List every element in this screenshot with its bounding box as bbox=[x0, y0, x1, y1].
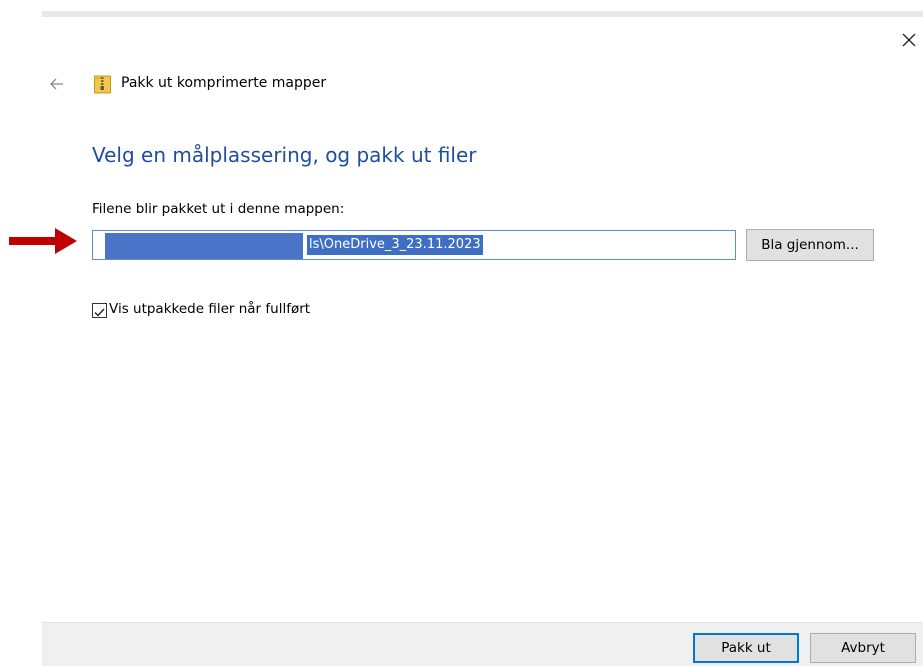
extract-button[interactable]: Pakk ut bbox=[693, 633, 799, 663]
back-button[interactable] bbox=[47, 74, 67, 94]
destination-label: Filene blir pakket ut i denne mappen: bbox=[92, 201, 345, 217]
arrow-left-icon bbox=[50, 78, 63, 90]
destination-path-input[interactable]: ls\OneDrive_3_23.11.2023 bbox=[92, 230, 736, 260]
redacted-block bbox=[105, 233, 303, 259]
zip-folder-icon bbox=[94, 74, 111, 94]
page-heading: Velg en målplassering, og pakk ut filer bbox=[92, 143, 477, 167]
cancel-button[interactable]: Avbryt bbox=[810, 633, 916, 663]
show-files-label[interactable]: Vis utpakkede filer når fullført bbox=[109, 301, 310, 317]
title-bar-strip bbox=[42, 11, 923, 17]
close-button[interactable] bbox=[897, 28, 921, 52]
close-icon bbox=[902, 33, 916, 47]
show-files-checkbox[interactable] bbox=[92, 303, 107, 318]
window-title: Pakk ut komprimerte mapper bbox=[121, 75, 327, 91]
annotation-arrow-icon bbox=[9, 228, 77, 254]
browse-button[interactable]: Bla gjennom... bbox=[746, 229, 874, 261]
destination-path-text: ls\OneDrive_3_23.11.2023 bbox=[307, 235, 483, 255]
checkmark-icon bbox=[94, 308, 105, 317]
